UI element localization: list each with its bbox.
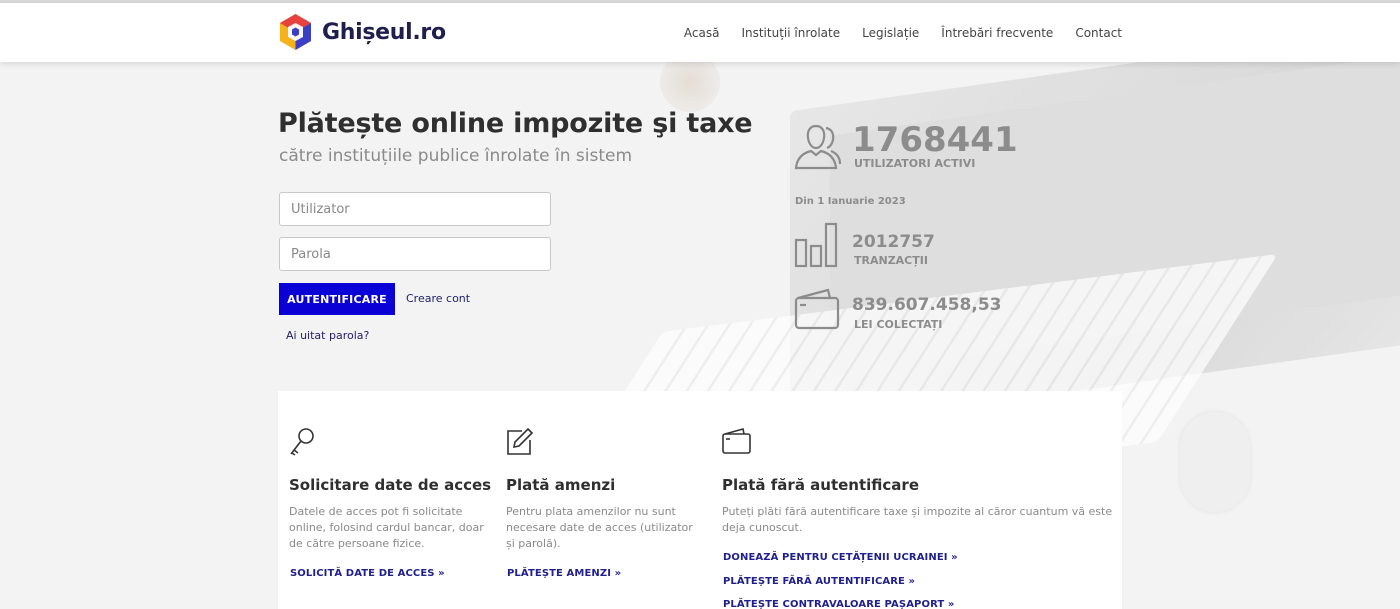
create-account-link[interactable]: Creare cont — [406, 292, 470, 305]
nav-item-intrebari[interactable]: Întrebări frecvente — [941, 26, 1053, 40]
card-description: Pentru plata amenzilor nu sunt necesare … — [506, 505, 693, 550]
stat-active-users: 1768441 UTILIZATORI ACTIVI — [794, 120, 1018, 180]
login-button[interactable]: AUTENTIFICARE — [279, 283, 395, 315]
wallet-icon — [794, 288, 840, 330]
nav-item-institutii[interactable]: Instituții înrolate — [741, 26, 840, 40]
card-description: Datele de acces pot fi solicitate online… — [289, 505, 484, 550]
wallet-icon — [722, 427, 751, 454]
pay-passport-link[interactable]: PLĂTEȘTE CONTRAVALOARE PAȘAPORT » — [723, 599, 954, 609]
bar-chart-icon — [794, 222, 838, 268]
card-fines-payment: Plată amenzi Pentru plata amenzilor nu s… — [506, 391, 706, 609]
users-icon — [794, 124, 842, 170]
nav-item-legislatie[interactable]: Legislație — [862, 26, 919, 40]
active-users-value: 1768441 — [852, 120, 1018, 160]
username-input[interactable] — [279, 192, 551, 226]
pay-fines-link[interactable]: PLĂTEȘTE AMENZI » — [507, 568, 621, 579]
collected-label: LEI COLECTAȚI — [854, 318, 943, 331]
nav-item-contact[interactable]: Contact — [1075, 26, 1122, 40]
active-users-label: UTILIZATORI ACTIVI — [854, 157, 976, 170]
request-access-link[interactable]: SOLICITĂ DATE DE ACCES » — [290, 568, 445, 579]
key-icon — [290, 428, 314, 456]
forgot-password-link[interactable]: Ai uitat parola? — [286, 329, 369, 342]
card-title: Solicitare date de acces — [289, 476, 492, 494]
transactions-value: 2012757 — [852, 232, 935, 252]
services-panel: Solicitare date de acces Datele de acces… — [278, 391, 1122, 609]
main-nav: Acasă Instituții înrolate Legislație Înt… — [684, 3, 1122, 62]
card-pay-without-login: Plată fără autentificare Puteți plăti fă… — [722, 391, 1117, 609]
mouse-decoration — [1180, 412, 1250, 512]
card-title: Plată amenzi — [506, 476, 616, 494]
pay-without-login-link[interactable]: PLĂTEȘTE FĂRĂ AUTENTIFICARE » — [723, 576, 915, 587]
card-access-request: Solicitare date de acces Datele de acces… — [289, 391, 492, 609]
password-input[interactable] — [279, 237, 551, 271]
card-title: Plată fără autentificare — [722, 476, 919, 494]
logo-text: Ghișeul.ro — [322, 19, 446, 45]
page-subtitle: către instituțiile publice înrolate în s… — [279, 146, 633, 166]
transactions-label: TRANZACȚII — [854, 254, 928, 267]
cup-decoration — [660, 62, 720, 112]
collected-value: 839.607.458,53 — [852, 295, 1002, 315]
nav-item-acasa[interactable]: Acasă — [684, 26, 720, 40]
card-description: Puteți plăti fără autentificare taxe și … — [722, 505, 1113, 534]
edit-icon — [507, 427, 534, 455]
stat-transactions: 2012757 TRANZACȚII — [794, 222, 1014, 272]
site-header: Ghișeul.ro Acasă Instituții înrolate Leg… — [0, 3, 1400, 62]
donate-ukraine-link[interactable]: DONEAZĂ PENTRU CETĂȚENII UCRAINEI » — [723, 552, 958, 563]
stat-collected: 839.607.458,53 LEI COLECTAȚI — [794, 288, 1014, 338]
page-title: Plătește online impozite şi taxe — [278, 108, 753, 139]
logo-icon — [280, 14, 311, 50]
stats-since-date: Din 1 Ianuarie 2023 — [795, 196, 906, 207]
logo-link[interactable]: Ghișeul.ro — [278, 13, 446, 51]
